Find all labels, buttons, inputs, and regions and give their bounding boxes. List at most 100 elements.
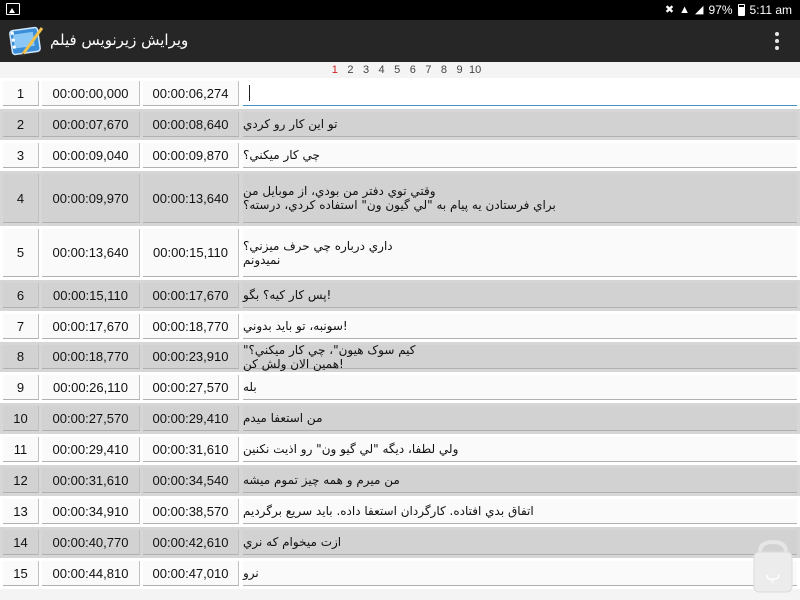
page-link[interactable]: 9 [452,64,468,76]
subtitle-text-field[interactable]: !سونبه، تو بايد بدوني [243,314,797,339]
subtitle-row[interactable]: 5 00:00:13,640 00:00:15,110 داري درباره چي … [0,226,800,280]
page-link[interactable]: 6 [405,64,421,76]
subtitle-index: 11 [3,437,39,462]
start-time-field[interactable]: 00:00:00,000 [42,81,140,106]
subtitle-text-field[interactable]: چي كار ميكني؟ [243,143,797,168]
end-time-field[interactable]: 00:00:27,570 [143,375,239,400]
subtitle-text: !پس كار كيه؟ بگو [243,288,332,302]
subtitle-text-field[interactable]: بله [243,375,797,400]
end-time-field[interactable]: 00:00:29,410 [143,406,239,431]
subtitle-text-field[interactable]: من ميرم و همه چيز تموم ميشه [243,468,797,493]
subtitle-row[interactable]: 2 00:00:07,670 00:00:08,640 تو اين كار رو ك… [0,109,800,140]
signal-icon: ◢ [695,4,704,16]
subtitle-text: نرو [243,566,259,580]
subtitle-text: !سونبه، تو بايد بدوني [243,319,348,333]
subtitle-text: وقتي توي دفتر من بودي، از موبايل من براي… [243,184,556,212]
subtitle-index: 9 [3,375,39,400]
start-time-field[interactable]: 00:00:31,610 [42,468,140,493]
battery-percent: 97% [708,3,733,17]
subtitle-row[interactable]: 3 00:00:09,040 00:00:09,870 چي كار ميكني؟ [0,140,800,171]
end-time-field[interactable]: 00:00:18,770 [143,314,239,339]
subtitle-text-field[interactable]: تو اين كار رو كردي [243,112,797,137]
subtitle-row[interactable]: 6 00:00:15,110 00:00:17,670 !پس كار كيه؟ بگ… [0,280,800,311]
end-time-field[interactable]: 00:00:42,610 [143,530,239,555]
status-icons: ✖ ▲ ◢ 97% 5:11 am [665,2,792,18]
subtitle-row[interactable]: 7 00:00:17,670 00:00:18,770 !سونبه، تو بايد… [0,311,800,342]
subtitle-row[interactable]: 13 00:00:34,910 00:00:38,570 اتفاق بدي افتا… [0,496,800,527]
overflow-menu-icon[interactable] [774,32,780,50]
subtitle-row[interactable]: 12 00:00:31,610 00:00:34,540 من ميرم و همه … [0,465,800,496]
start-time-field[interactable]: 00:00:27,570 [42,406,140,431]
subtitle-row[interactable]: 9 00:00:26,110 00:00:27,570 بله [0,372,800,403]
subtitle-text-field[interactable]: ولي لطفا، ديگه "لي گيو ون" رو اذيت نكنين [243,437,797,462]
subtitle-text-field[interactable]: !پس كار كيه؟ بگو [243,283,797,308]
end-time-field[interactable]: 00:00:34,540 [143,468,239,493]
wifi-icon: ▲ [679,4,691,16]
text-caret [249,85,250,101]
start-time-field[interactable]: 00:00:13,640 [42,229,140,277]
subtitle-text-field[interactable]: كيم سوک هيون"، چي كار ميكني؟" !همين الان… [243,342,797,371]
subtitle-index: 1 [3,81,39,106]
subtitle-text-field[interactable]: اتفاق بدي افتاده. كارگردان استعفا داده. … [243,499,797,524]
subtitle-text-field[interactable]: من استعفا ميدم [243,406,797,431]
subtitle-row[interactable]: 15 00:00:44,810 00:00:47,010 نرو [0,558,800,589]
mute-icon: ✖ [664,4,675,16]
subtitle-text: اتفاق بدي افتاده. كارگردان استعفا داده. … [243,504,534,518]
page-link[interactable]: 4 [374,64,390,76]
svg-text:ﭖ: ﭖ [765,565,780,585]
battery-icon [737,4,745,16]
subtitle-text: تو اين كار رو كردي [243,117,338,131]
page-link[interactable]: 5 [389,64,405,76]
end-time-field[interactable]: 00:00:08,640 [143,112,239,137]
page-link[interactable]: 2 [343,64,359,76]
end-time-field[interactable]: 00:00:38,570 [143,499,239,524]
end-time-field[interactable]: 00:00:31,610 [143,437,239,462]
subtitle-row[interactable]: 8 00:00:18,770 00:00:23,910 كيم سوک هيون"، … [0,342,800,372]
subtitle-index: 2 [3,112,39,137]
subtitle-index: 15 [3,561,39,586]
subtitle-index: 6 [3,283,39,308]
page-link[interactable]: 10 [467,64,483,76]
subtitle-index: 12 [3,468,39,493]
subtitle-row[interactable]: 4 00:00:09,970 00:00:13,640 وقتي توي دفتر م… [0,171,800,226]
page-link[interactable]: 7 [421,64,437,76]
start-time-field[interactable]: 00:00:26,110 [42,375,140,400]
subtitle-row[interactable]: 14 00:00:40,770 00:00:42,610 ازت ميخوام كه … [0,527,800,558]
subtitle-text: من استعفا ميدم [243,411,323,425]
page-link[interactable]: 8 [436,64,452,76]
subtitle-text-field[interactable]: وقتي توي دفتر من بودي، از موبايل من براي… [243,174,797,223]
subtitle-index: 13 [3,499,39,524]
start-time-field[interactable]: 00:00:40,770 [42,530,140,555]
start-time-field[interactable]: 00:00:07,670 [42,112,140,137]
end-time-field[interactable]: 00:00:13,640 [143,174,239,223]
end-time-field[interactable]: 00:00:06,274 [143,81,239,106]
end-time-field[interactable]: 00:00:23,910 [143,345,239,369]
subtitle-index: 14 [3,530,39,555]
status-bar: ✖ ▲ ◢ 97% 5:11 am [0,0,800,20]
start-time-field[interactable]: 00:00:09,970 [42,174,140,223]
end-time-field[interactable]: 00:00:17,670 [143,283,239,308]
page-link[interactable]: 1 [327,64,343,76]
subtitle-row[interactable]: 10 00:00:27,570 00:00:29,410 من استعفا ميدم [0,403,800,434]
subtitle-text-field[interactable]: نرو [243,561,797,586]
subtitle-row[interactable]: 11 00:00:29,410 00:00:31,610 ولي لطفا، ديگه… [0,434,800,465]
start-time-field[interactable]: 00:00:29,410 [42,437,140,462]
subtitle-text-field[interactable]: ازت ميخوام كه نري [243,530,797,555]
start-time-field[interactable]: 00:00:15,110 [42,283,140,308]
start-time-field[interactable]: 00:00:18,770 [42,345,140,369]
subtitle-text-field[interactable] [243,81,797,106]
start-time-field[interactable]: 00:00:44,810 [42,561,140,586]
subtitle-row[interactable]: 1 00:00:00,000 00:00:06,274 [0,78,800,109]
end-time-field[interactable]: 00:00:09,870 [143,143,239,168]
subtitle-text-field[interactable]: داري درباره چي حرف ميزني؟ نميدونم [243,229,797,277]
subtitle-index: 8 [3,345,39,369]
end-time-field[interactable]: 00:00:47,010 [143,561,239,586]
subtitle-text: داري درباره چي حرف ميزني؟ نميدونم [243,238,393,267]
subtitle-text: كيم سوک هيون"، چي كار ميكني؟" !همين الان… [243,342,416,371]
page-link[interactable]: 3 [358,64,374,76]
subtitle-text: من ميرم و همه چيز تموم ميشه [243,473,400,487]
start-time-field[interactable]: 00:00:17,670 [42,314,140,339]
end-time-field[interactable]: 00:00:15,110 [143,229,239,277]
start-time-field[interactable]: 00:00:09,040 [42,143,140,168]
start-time-field[interactable]: 00:00:34,910 [42,499,140,524]
